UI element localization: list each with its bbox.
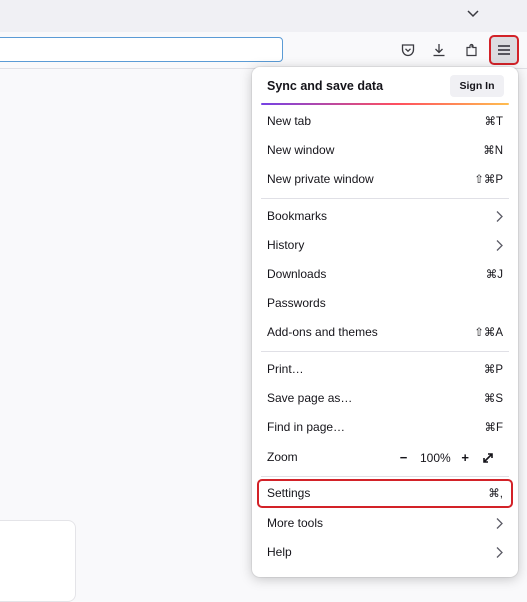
menu-item-bookmarks[interactable]: Bookmarks bbox=[258, 203, 512, 230]
download-icon bbox=[433, 44, 445, 57]
menu-item-save-page-as[interactable]: Save page as… ⌘S bbox=[258, 385, 512, 412]
menu-item-shortcut: ⌘J bbox=[485, 269, 503, 281]
url-bar-input[interactable] bbox=[0, 37, 283, 62]
menu-item-label: More tools bbox=[267, 516, 324, 530]
zoom-in-button[interactable]: + bbox=[457, 449, 474, 466]
menu-separator bbox=[261, 476, 509, 477]
menu-item-shortcut: ⌘P bbox=[483, 364, 503, 376]
app-menu-button[interactable] bbox=[489, 35, 519, 65]
menu-item-more-tools[interactable]: More tools bbox=[258, 510, 512, 537]
pocket-button[interactable] bbox=[394, 36, 422, 64]
zoom-controls: − 100% + bbox=[395, 449, 497, 466]
menu-item-settings[interactable]: Settings ⌘, bbox=[257, 479, 513, 508]
zoom-out-button[interactable]: − bbox=[395, 449, 412, 466]
chevron-right-icon bbox=[496, 518, 503, 529]
downloads-button[interactable] bbox=[425, 36, 453, 64]
menu-item-label: Zoom bbox=[267, 450, 298, 464]
fullscreen-icon bbox=[483, 452, 494, 463]
menu-item-find-in-page[interactable]: Find in page… ⌘F bbox=[258, 414, 512, 441]
gradient-divider bbox=[261, 103, 509, 105]
menu-item-label: Find in page… bbox=[267, 420, 346, 434]
menu-item-history[interactable]: History bbox=[258, 232, 512, 259]
list-all-tabs-button[interactable] bbox=[462, 4, 484, 24]
menu-item-new-tab[interactable]: New tab ⌘T bbox=[258, 108, 512, 135]
menu-item-label: Passwords bbox=[267, 296, 326, 310]
menu-item-addons-and-themes[interactable]: Add-ons and themes ⇧⌘A bbox=[258, 319, 512, 346]
menu-item-help[interactable]: Help bbox=[258, 539, 512, 566]
menu-item-downloads[interactable]: Downloads ⌘J bbox=[258, 261, 512, 288]
menu-item-label: Help bbox=[267, 545, 292, 559]
menu-separator bbox=[261, 198, 509, 199]
menu-item-label: Downloads bbox=[267, 267, 327, 281]
menu-separator bbox=[261, 351, 509, 352]
extensions-button[interactable] bbox=[458, 36, 486, 64]
menu-item-shortcut: ⌘S bbox=[483, 393, 503, 405]
menu-item-shortcut: ⌘F bbox=[484, 422, 503, 434]
navigation-toolbar bbox=[0, 32, 527, 69]
menu-item-label: New window bbox=[267, 143, 335, 157]
menu-item-print[interactable]: Print… ⌘P bbox=[258, 356, 512, 383]
fullscreen-button[interactable] bbox=[480, 449, 497, 466]
menu-item-new-private-window[interactable]: New private window ⇧⌘P bbox=[258, 166, 512, 193]
chevron-right-icon bbox=[496, 547, 503, 558]
menu-item-passwords[interactable]: Passwords bbox=[258, 290, 512, 317]
menu-item-label: Save page as… bbox=[267, 391, 353, 405]
chevron-right-icon bbox=[496, 240, 503, 251]
app-menu-panel: Sync and save data Sign In New tab ⌘T Ne… bbox=[252, 67, 518, 577]
tab-strip bbox=[0, 0, 527, 32]
menu-item-zoom: Zoom − 100% + bbox=[258, 444, 512, 471]
menu-item-label: History bbox=[267, 238, 305, 252]
chevron-down-icon bbox=[467, 10, 479, 18]
content-card bbox=[0, 520, 76, 602]
menu-item-label: Add-ons and themes bbox=[267, 325, 378, 339]
puzzle-icon bbox=[466, 43, 477, 57]
hamburger-icon bbox=[498, 45, 510, 55]
menu-item-label: Bookmarks bbox=[267, 209, 328, 223]
menu-item-label: New tab bbox=[267, 114, 312, 128]
menu-item-shortcut: ⌘, bbox=[488, 488, 503, 500]
menu-item-new-window[interactable]: New window ⌘N bbox=[258, 137, 512, 164]
menu-header: Sync and save data Sign In bbox=[252, 67, 518, 105]
menu-item-shortcut: ⌘N bbox=[483, 145, 503, 157]
menu-item-label: Print… bbox=[267, 362, 304, 376]
sign-in-button[interactable]: Sign In bbox=[450, 75, 504, 97]
menu-item-label: Settings bbox=[267, 486, 311, 500]
menu-item-shortcut: ⇧⌘A bbox=[474, 327, 503, 339]
menu-item-label: New private window bbox=[267, 172, 374, 186]
sync-header-title: Sync and save data bbox=[267, 79, 384, 93]
menu-item-shortcut: ⌘T bbox=[484, 116, 503, 128]
pocket-icon bbox=[401, 44, 415, 57]
menu-item-shortcut: ⇧⌘P bbox=[474, 174, 503, 186]
chevron-right-icon bbox=[496, 211, 503, 222]
zoom-level-button[interactable]: 100% bbox=[420, 451, 451, 465]
